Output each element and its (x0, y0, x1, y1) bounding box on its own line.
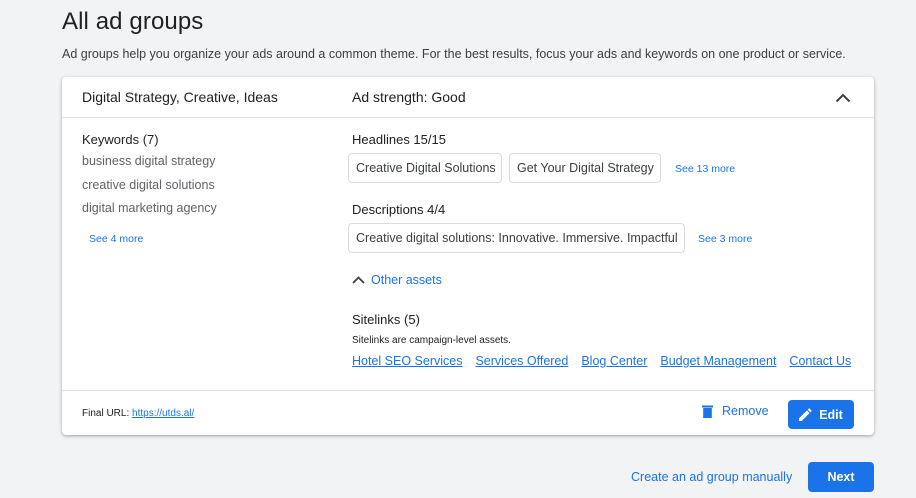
create-ad-group-manually-link[interactable]: Create an ad group manually (631, 470, 792, 484)
sitelink-services-offered[interactable]: Services Offered (475, 354, 568, 368)
edit-button[interactable]: Edit (788, 400, 854, 429)
see-more-keywords-link[interactable]: See 4 more (89, 233, 143, 245)
other-assets-toggle[interactable]: Other assets (352, 273, 442, 287)
remove-button[interactable]: Remove (702, 404, 769, 418)
final-url-label: Final URL: (82, 408, 130, 419)
chevron-up-icon (835, 93, 851, 103)
see-more-headlines-link[interactable]: See 13 more (675, 163, 735, 175)
trash-icon (702, 405, 713, 418)
sitelink-contact-us[interactable]: Contact Us (789, 354, 851, 368)
collapse-button[interactable] (830, 85, 856, 111)
sitelinks-title: Sitelinks (5) (352, 312, 420, 327)
headline-chip: Creative Digital Solutions (348, 153, 502, 183)
sitelinks-note: Sitelinks are campaign-level assets. (352, 335, 511, 346)
edit-label: Edit (819, 407, 843, 422)
ad-group-card: Digital Strategy, Creative, Ideas Ad str… (62, 77, 874, 435)
page-title: All ad groups (62, 8, 204, 35)
card-header[interactable]: Digital Strategy, Creative, Ideas Ad str… (62, 77, 874, 118)
keyword-item: creative digital solutions (82, 177, 215, 192)
next-button[interactable]: Next (808, 462, 874, 492)
sitelink-blog-center[interactable]: Blog Center (581, 354, 647, 368)
final-url-link[interactable]: https://utds.al/ (132, 408, 194, 419)
pencil-icon (799, 408, 812, 421)
see-more-descriptions-link[interactable]: See 3 more (698, 233, 752, 245)
ad-strength: Ad strength: Good (352, 89, 466, 105)
sitelink-hotel-seo-services[interactable]: Hotel SEO Services (352, 354, 462, 368)
keyword-item: business digital strategy (82, 154, 216, 168)
keyword-item: digital marketing agency (82, 201, 217, 215)
keywords-title: Keywords (7) (82, 132, 159, 147)
other-assets-label: Other assets (371, 273, 442, 287)
ad-group-name: Digital Strategy, Creative, Ideas (82, 89, 278, 105)
headlines-title: Headlines 15/15 (352, 132, 446, 147)
descriptions-title: Descriptions 4/4 (352, 202, 446, 217)
final-url: Final URL: https://utds.al/ (82, 408, 194, 419)
sitelinks-list: Hotel SEO Services Services Offered Blog… (352, 354, 864, 368)
keywords-list: business digital strategy creative digit… (82, 154, 217, 225)
headline-chip: Get Your Digital Strategy (509, 153, 661, 183)
page-subtitle: Ad groups help you organize your ads aro… (62, 47, 846, 61)
description-chip: Creative digital solutions: Innovative. … (348, 223, 685, 253)
remove-label: Remove (722, 404, 769, 418)
sitelink-budget-management[interactable]: Budget Management (660, 354, 776, 368)
card-footer: Final URL: https://utds.al/ Remove Edit (62, 390, 874, 435)
chevron-up-icon (352, 276, 365, 284)
